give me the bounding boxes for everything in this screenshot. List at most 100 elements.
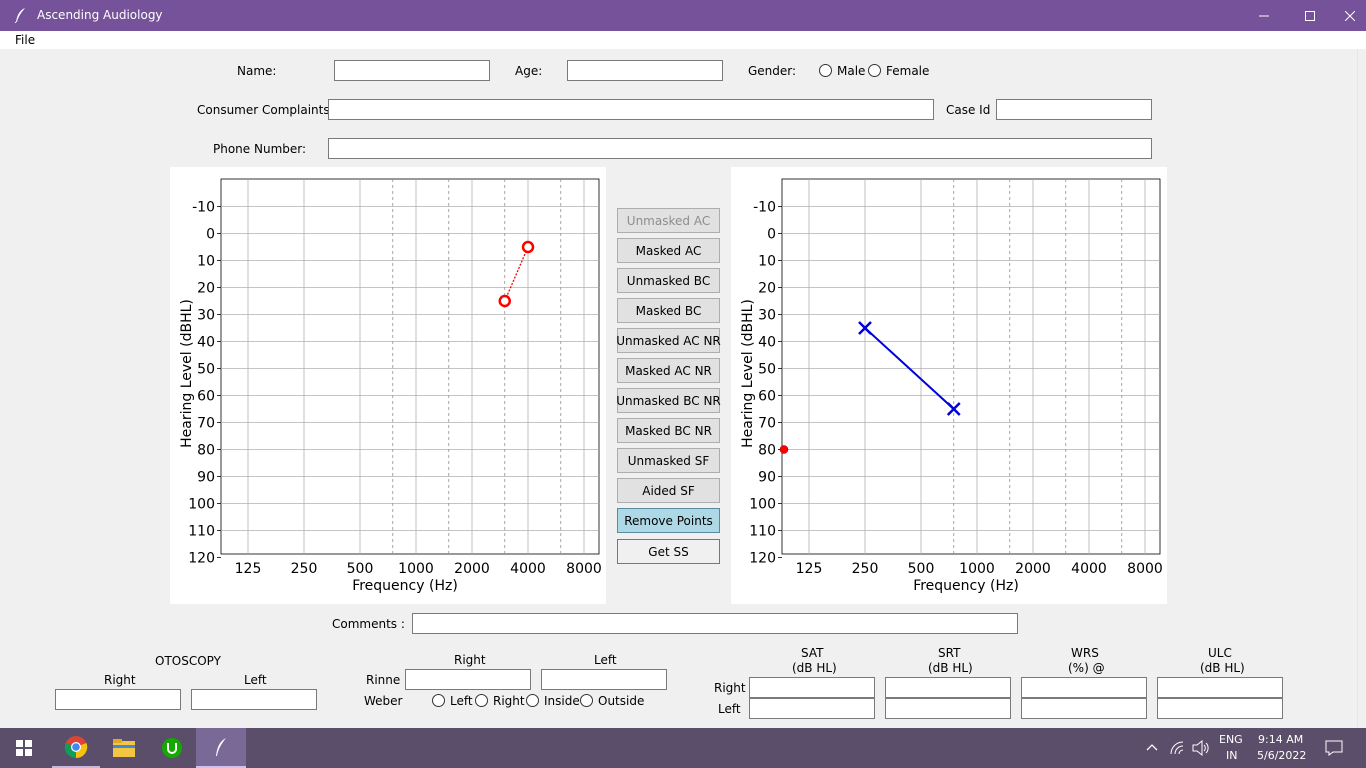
rinne-left-input[interactable] bbox=[541, 669, 667, 690]
gender-male-label: Male bbox=[837, 64, 866, 78]
y-tick-label: 70 bbox=[758, 416, 776, 432]
feather-icon bbox=[14, 8, 25, 23]
x-axis-label: Frequency (Hz) bbox=[913, 578, 1019, 594]
wrs-unit: (%) @ bbox=[1068, 661, 1105, 675]
y-tick-label: 50 bbox=[197, 362, 215, 378]
rinne-right-input[interactable] bbox=[405, 669, 531, 690]
tests-right-label: Right bbox=[714, 681, 746, 695]
sat-right-input[interactable] bbox=[749, 677, 875, 698]
volume-icon[interactable] bbox=[1192, 740, 1210, 756]
get-ss-button[interactable]: Get SS bbox=[617, 539, 720, 564]
masked-bc-button[interactable]: Masked BC bbox=[617, 298, 720, 323]
audiogram-right-svg: -10 0 10 20 30 40 50 60 70 80 90 100 110 120 125 250 500… bbox=[179, 178, 602, 594]
start-button[interactable] bbox=[0, 728, 48, 768]
data-point-dot bbox=[779, 445, 789, 454]
unmasked-ac-nr-button[interactable]: Unmasked AC NR bbox=[616, 328, 721, 353]
feather-app-taskbar-button[interactable] bbox=[196, 728, 246, 768]
wrs-left-input[interactable] bbox=[1021, 698, 1147, 719]
x-tick-label: 1000 bbox=[398, 561, 434, 577]
weber-left-radio[interactable] bbox=[432, 694, 445, 707]
x-tick-label: 4000 bbox=[1071, 561, 1107, 577]
upwork-taskbar-button[interactable] bbox=[148, 728, 196, 768]
otoscopy-left-input[interactable] bbox=[191, 689, 317, 710]
weber-inside-radio[interactable] bbox=[526, 694, 539, 707]
weber-inside-label: Inside bbox=[544, 694, 580, 708]
weber-outside-radio[interactable] bbox=[580, 694, 593, 707]
otoscopy-title: OTOSCOPY bbox=[155, 654, 221, 668]
gender-female-radio[interactable] bbox=[868, 64, 881, 77]
wrs-right-input[interactable] bbox=[1021, 677, 1147, 698]
masked-ac-button[interactable]: Masked AC bbox=[617, 238, 720, 263]
phone-label: Phone Number: bbox=[213, 142, 307, 156]
age-label: Age: bbox=[515, 64, 543, 78]
close-icon bbox=[1344, 10, 1355, 21]
upwork-icon bbox=[162, 738, 182, 758]
y-tick-label: 60 bbox=[758, 389, 776, 405]
srt-unit: (dB HL) bbox=[928, 661, 973, 675]
audiogram-right-ear[interactable]: -10 0 10 20 30 40 50 60 70 80 90 100 110 120 125 250 500… bbox=[170, 167, 606, 604]
close-button[interactable] bbox=[1333, 0, 1366, 31]
y-tick-label: 0 bbox=[206, 227, 215, 243]
weber-label: Weber bbox=[364, 694, 403, 708]
wrs-header: WRS bbox=[1071, 646, 1099, 660]
remove-points-button[interactable]: Remove Points bbox=[617, 508, 720, 533]
phone-input[interactable] bbox=[328, 138, 1152, 159]
srt-right-input[interactable] bbox=[885, 677, 1011, 698]
otoscopy-right-input[interactable] bbox=[55, 689, 181, 710]
unmasked-sf-button[interactable]: Unmasked SF bbox=[617, 448, 720, 473]
notification-icon[interactable] bbox=[1325, 740, 1343, 756]
comments-input[interactable] bbox=[412, 613, 1018, 634]
ulc-left-input[interactable] bbox=[1157, 698, 1283, 719]
x-tick-label: 500 bbox=[347, 561, 374, 577]
srt-left-input[interactable] bbox=[885, 698, 1011, 719]
rinne-right-header: Right bbox=[454, 653, 486, 667]
windows-start-icon bbox=[16, 740, 32, 756]
x-tick-label: 500 bbox=[908, 561, 935, 577]
sat-unit: (dB HL) bbox=[792, 661, 837, 675]
complaints-input[interactable] bbox=[328, 99, 934, 120]
clock-time[interactable]: 9:14 AM bbox=[1258, 733, 1303, 746]
lang-indicator[interactable]: ENG bbox=[1219, 733, 1243, 746]
y-tick-label: 80 bbox=[758, 443, 776, 459]
unmasked-bc-button[interactable]: Unmasked BC bbox=[617, 268, 720, 293]
feather-app-icon bbox=[216, 738, 226, 756]
sat-left-input[interactable] bbox=[749, 698, 875, 719]
taskbar: ENG IN 9:14 AM 5/6/2022 bbox=[0, 728, 1366, 768]
x-tick-label: 2000 bbox=[454, 561, 490, 577]
ulc-header: ULC bbox=[1208, 646, 1232, 660]
age-input[interactable] bbox=[567, 60, 723, 81]
chrome-taskbar-button[interactable] bbox=[52, 728, 100, 768]
region-indicator: IN bbox=[1226, 749, 1238, 762]
x-tick-label: 125 bbox=[796, 561, 823, 577]
minimize-button[interactable] bbox=[1241, 0, 1287, 31]
y-tick-label: 10 bbox=[758, 254, 776, 270]
unmasked-bc-nr-button[interactable]: Unmasked BC NR bbox=[616, 388, 721, 413]
weber-right-radio[interactable] bbox=[475, 694, 488, 707]
unmasked-ac-button[interactable]: Unmasked AC bbox=[617, 208, 720, 233]
tests-left-label: Left bbox=[718, 702, 741, 716]
menu-file[interactable]: File bbox=[15, 33, 35, 47]
name-input[interactable] bbox=[334, 60, 490, 81]
y-tick-label: 30 bbox=[758, 308, 776, 324]
audiogram-left-svg: -10 0 10 20 30 40 50 60 70 80 90 100 110 120 125 250 500… bbox=[740, 178, 1163, 594]
aided-sf-button[interactable]: Aided SF bbox=[617, 478, 720, 503]
maximize-icon bbox=[1305, 10, 1315, 21]
masked-ac-nr-button[interactable]: Masked AC NR bbox=[617, 358, 720, 383]
y-tick-label: 100 bbox=[188, 497, 215, 513]
x-tick-label: 125 bbox=[235, 561, 262, 577]
scrollbar[interactable] bbox=[1357, 49, 1366, 728]
comments-label: Comments : bbox=[332, 617, 405, 631]
wifi-icon[interactable] bbox=[1170, 741, 1186, 755]
caseid-input[interactable] bbox=[996, 99, 1152, 120]
ulc-right-input[interactable] bbox=[1157, 677, 1283, 698]
chevron-up-icon[interactable] bbox=[1146, 743, 1158, 751]
maximize-button[interactable] bbox=[1287, 0, 1333, 31]
file-explorer-taskbar-button[interactable] bbox=[100, 728, 148, 768]
otoscopy-right-label: Right bbox=[104, 673, 136, 687]
otoscopy-left-label: Left bbox=[244, 673, 267, 687]
audiogram-left-ear[interactable]: -10 0 10 20 30 40 50 60 70 80 90 100 110 120 125 250 500… bbox=[731, 167, 1167, 604]
y-tick-label: 110 bbox=[188, 524, 215, 540]
masked-bc-nr-button[interactable]: Masked BC NR bbox=[617, 418, 720, 443]
chrome-icon bbox=[64, 736, 88, 759]
gender-male-radio[interactable] bbox=[819, 64, 832, 77]
